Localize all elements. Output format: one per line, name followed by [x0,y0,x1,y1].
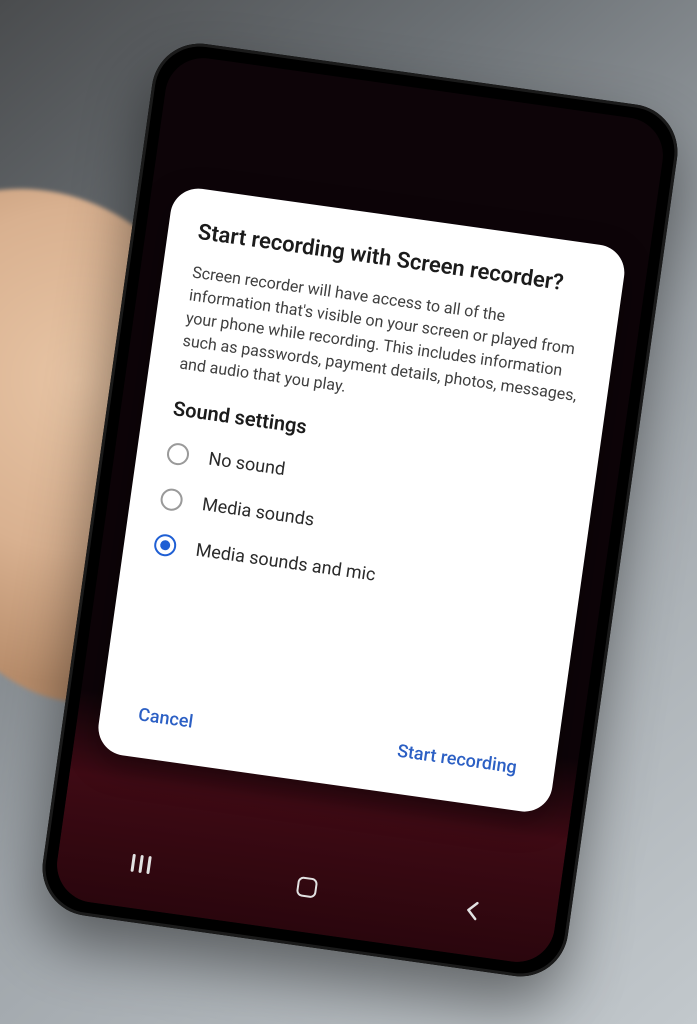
back-icon [463,900,482,922]
phone-screen: Start recording with Screen recorder? Sc… [52,53,668,967]
recents-icon [131,854,152,874]
home-icon [296,876,319,899]
radio-icon [166,442,191,467]
radio-icon-checked [153,533,178,558]
screen-recorder-dialog: Start recording with Screen recorder? Sc… [95,185,628,815]
nav-recents-button[interactable] [109,840,174,888]
radio-label: No sound [207,448,286,480]
nav-back-button[interactable] [440,887,505,935]
phone-frame: Start recording with Screen recorder? Sc… [36,37,683,982]
start-recording-button[interactable]: Start recording [387,730,528,790]
photo-scene: Start recording with Screen recorder? Sc… [0,0,697,1024]
radio-label: Media sounds [201,494,316,531]
radio-label: Media sounds and mic [194,540,376,586]
cancel-button[interactable]: Cancel [128,693,204,743]
radio-icon [159,488,184,513]
nav-home-button[interactable] [274,863,339,911]
